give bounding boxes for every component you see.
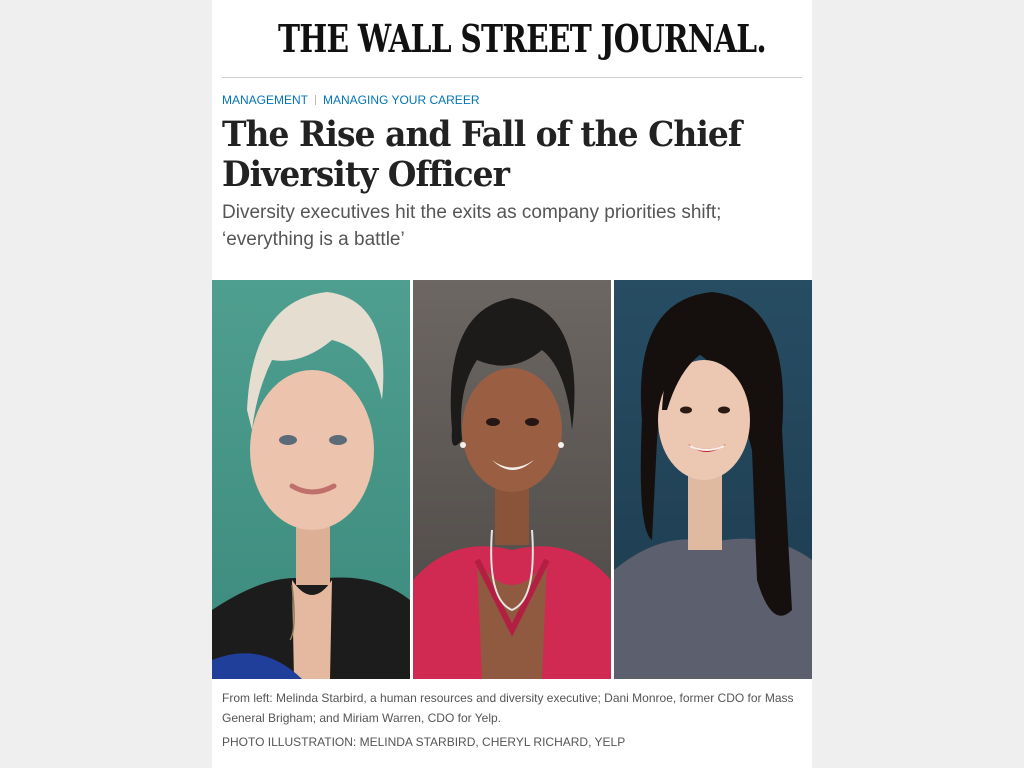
portrait-dani-monroe xyxy=(413,280,611,679)
masthead-divider xyxy=(222,77,802,78)
masthead-logo[interactable]: THE WALL STREET JOURNAL. xyxy=(278,14,767,64)
panel-divider xyxy=(410,280,413,679)
image-caption: From left: Melinda Starbird, a human res… xyxy=(222,691,794,725)
hero-photo-illustration xyxy=(212,280,812,679)
portrait-melinda-starbird xyxy=(212,280,410,679)
portrait-miriam-warren xyxy=(614,280,812,679)
breadcrumb-separator xyxy=(315,95,317,105)
breadcrumb: MANAGEMENT MANAGING YOUR CAREER xyxy=(222,92,479,108)
article-hero-image xyxy=(212,280,812,679)
breadcrumb-section-link[interactable]: MANAGEMENT xyxy=(222,93,308,107)
panel-divider xyxy=(611,280,614,679)
article-dek: Diversity executives hit the exits as co… xyxy=(222,202,722,250)
breadcrumb-subsection-link[interactable]: MANAGING YOUR CAREER xyxy=(323,93,479,107)
article-headline: The Rise and Fall of the Chief Diversity… xyxy=(222,114,742,195)
image-credit: PHOTO ILLUSTRATION: MELINDA STARBIRD, CH… xyxy=(222,735,626,749)
article-page: THE WALL STREET JOURNAL. MANAGEMENT MANAG… xyxy=(212,0,812,768)
